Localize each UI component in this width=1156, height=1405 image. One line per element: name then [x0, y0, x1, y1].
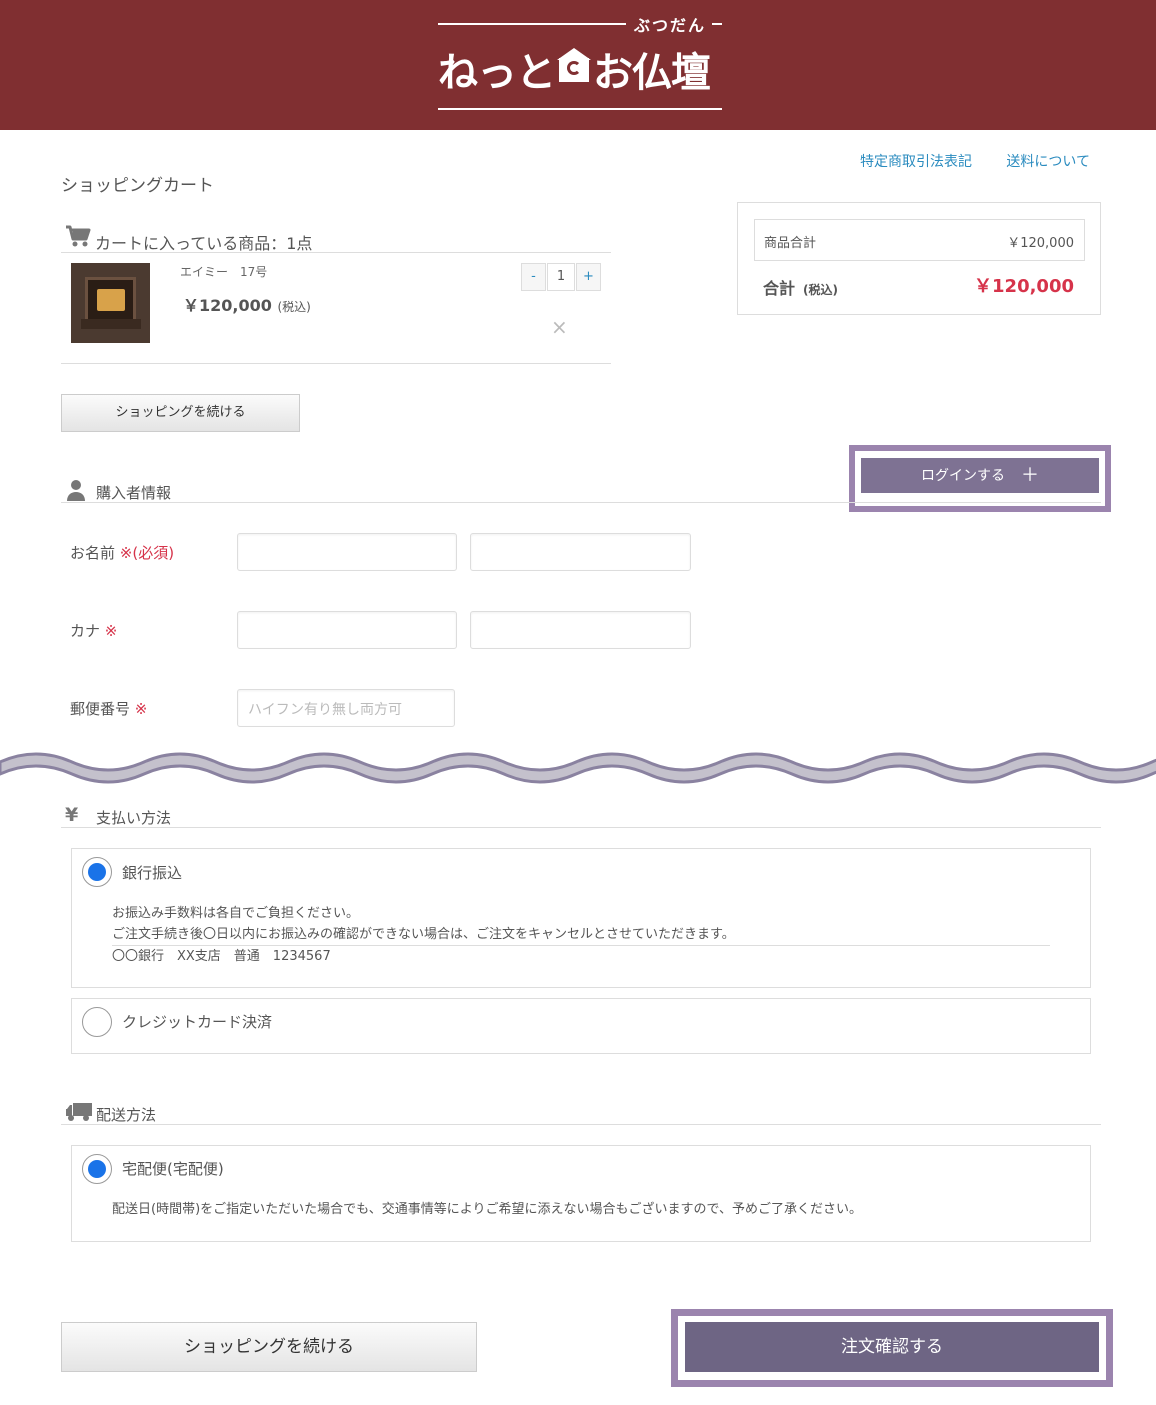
payment-heading: ¥ 支払い方法: [61, 804, 1101, 828]
payment-label: 支払い方法: [96, 809, 172, 827]
delivery-note: 配送日(時間帯)をご指定いただいた場合でも、交通事情等によりご希望に添えない場合…: [112, 1202, 862, 1217]
cart-heading: カートに入っている商品：1点: [61, 224, 611, 253]
top-links: 特定商取引法表記 送料について: [830, 151, 1090, 171]
total-label: 合計 (税込): [763, 275, 838, 299]
quantity-input[interactable]: 1: [547, 263, 575, 291]
kana-label: カナ ※: [70, 620, 117, 641]
cart-icon: [66, 225, 91, 247]
product-price: ￥120,000 (税込): [183, 292, 311, 316]
cart-item: エイミー 17号 ￥120,000 (税込) - 1 + ×: [61, 253, 611, 364]
last-name-field[interactable]: [237, 533, 457, 571]
logo-rule-top: [438, 23, 626, 25]
total-value: ￥120,000: [974, 276, 1074, 297]
logo-name: ねっと お仏壇: [438, 40, 711, 98]
order-summary: 商品合計 ￥120,000 合計 (税込) ￥120,000: [737, 202, 1101, 315]
name-required: ※(必須): [119, 544, 175, 562]
person-icon: [67, 480, 85, 501]
bank-transfer-label: 銀行振込: [122, 864, 183, 882]
first-name-field[interactable]: [470, 533, 691, 571]
bank-note-fee: お振込み手数料は各自でご負担ください。: [112, 906, 360, 921]
first-name-kana-field[interactable]: [470, 611, 691, 649]
continue-shopping-button-bottom[interactable]: ショッピングを続ける: [61, 1322, 477, 1372]
name-label-text: お名前: [70, 544, 116, 562]
remove-item-icon[interactable]: ×: [551, 315, 568, 339]
cart-heading-label: カートに入っている商品：1点: [95, 234, 313, 253]
wave-divider: [0, 752, 1156, 784]
quantity-stepper: - 1 +: [521, 263, 601, 291]
zip-label-text: 郵便番号: [70, 700, 131, 718]
payment-option-bank[interactable]: 銀行振込 お振込み手数料は各自でご負担ください。 ご注文手続き後〇日以内にお振込…: [71, 848, 1091, 988]
delivery-radio[interactable]: [82, 1154, 112, 1184]
logo-text-right: お仏壇: [593, 50, 711, 96]
buyer-info-label: 購入者情報: [96, 484, 172, 502]
page-title: ショッピングカート: [61, 176, 214, 196]
subtotal-label: 商品合計: [764, 236, 817, 251]
buyer-info-heading: 購入者情報: [61, 479, 1101, 503]
link-legal-notice[interactable]: 特定商取引法表記: [860, 154, 972, 170]
zip-required: ※: [134, 700, 148, 718]
house-icon: [557, 48, 591, 82]
product-price-value: ￥120,000: [183, 296, 272, 315]
kana-label-text: カナ: [70, 622, 101, 640]
product-name[interactable]: エイミー 17号: [180, 263, 267, 280]
zip-label: 郵便番号 ※: [70, 698, 147, 719]
product-thumbnail[interactable]: [71, 263, 150, 343]
logo-rule-bottom: [438, 108, 722, 110]
kana-required: ※: [104, 622, 118, 640]
zip-field[interactable]: ハイフン有り無し両方可: [237, 689, 455, 727]
logo-ruby: ぶつだん: [634, 16, 707, 35]
bank-note-deadline: ご注文手続き後〇日以内にお振込みの確認ができない場合は、ご注文をキャンセルとさせ…: [112, 927, 735, 942]
bank-transfer-radio[interactable]: [82, 857, 112, 887]
shipping-option-delivery[interactable]: 宅配便(宅配便) 配送日(時間帯)をご指定いただいた場合でも、交通事情等によりご…: [71, 1145, 1091, 1242]
quantity-minus-button[interactable]: -: [521, 263, 546, 291]
site-header: ぶつだん ねっと お仏壇: [0, 0, 1156, 130]
zip-placeholder: ハイフン有り無し両方可: [248, 702, 402, 718]
product-price-note: (税込): [277, 300, 311, 314]
total-label-text: 合計: [763, 279, 796, 298]
yen-icon: ¥: [65, 804, 79, 826]
continue-shopping-button[interactable]: ショッピングを続ける: [61, 394, 300, 432]
name-label: お名前 ※(必須): [70, 542, 174, 563]
shipping-label: 配送方法: [96, 1106, 157, 1124]
truck-icon: [66, 1103, 92, 1121]
delivery-label: 宅配便(宅配便): [122, 1160, 224, 1178]
bank-account: 〇〇銀行 XX支店 普通 1234567: [112, 949, 331, 964]
logo-rule-tail: [712, 23, 722, 25]
last-name-kana-field[interactable]: [237, 611, 457, 649]
credit-card-radio[interactable]: [82, 1007, 112, 1037]
credit-card-label: クレジットカード決済: [122, 1013, 273, 1031]
subtotal-value: ￥120,000: [1007, 236, 1074, 251]
shipping-heading: 配送方法: [61, 1101, 1101, 1125]
subtotal-row: 商品合計 ￥120,000: [754, 219, 1085, 261]
confirm-order-button[interactable]: 注文確認する: [685, 1322, 1099, 1372]
logo-text-left: ねっと: [438, 50, 556, 96]
confirm-highlight: 注文確認する: [671, 1309, 1113, 1387]
link-shipping-info[interactable]: 送料について: [1006, 154, 1090, 170]
quantity-plus-button[interactable]: +: [576, 263, 601, 291]
total-note: (税込): [803, 283, 838, 297]
payment-option-credit[interactable]: クレジットカード決済: [71, 998, 1091, 1054]
site-logo[interactable]: ぶつだん ねっと お仏壇: [438, 12, 722, 112]
